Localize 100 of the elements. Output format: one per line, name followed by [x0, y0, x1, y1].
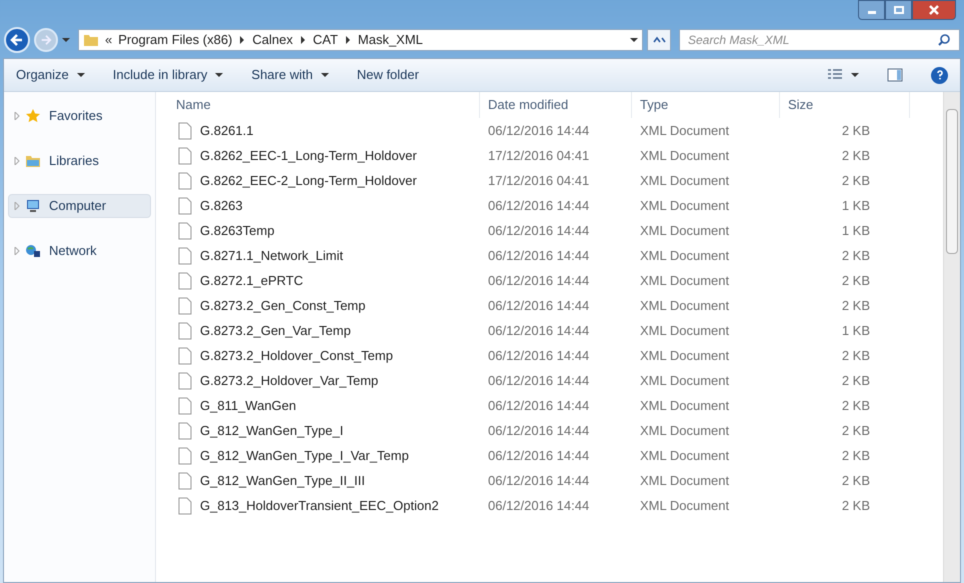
view-options-button[interactable] [827, 68, 859, 82]
column-header[interactable]: Name [156, 92, 480, 118]
type-cell-text: XML Document [639, 472, 730, 490]
file-icon [178, 296, 192, 314]
minimize-button[interactable] [858, 0, 885, 20]
date-cell-text: 06/12/2016 14:44 [487, 472, 590, 490]
nav-label: Network [49, 242, 97, 260]
file-name[interactable]: G.8273.2_Gen_Const_Temp [200, 296, 366, 316]
file-name[interactable]: G_812_WanGen_Type_II_III [200, 470, 366, 490]
file-name[interactable]: G.8272.1_ePRTC [200, 270, 304, 290]
type-cell-text: XML Document [639, 446, 730, 465]
size-cell-text: 2 KB [840, 172, 870, 190]
date-cell-text: 06/12/2016 14:44 [487, 222, 590, 240]
back-button[interactable] [4, 27, 30, 53]
preview-pane-button[interactable] [887, 67, 903, 83]
file-name[interactable]: G.8273.2_Gen_Var_Temp [200, 320, 351, 340]
file-name[interactable]: G.8263Temp [200, 220, 274, 240]
type-cell-text: XML Document [639, 422, 730, 440]
size-cell-text: 2 KB [840, 346, 870, 365]
date-cell-text: 17/12/2016 04:41 [487, 146, 590, 165]
type-cell-text: XML Document [639, 122, 730, 140]
address-bar[interactable]: « Program Files (x86) Calnex CAT Mask_XML [78, 29, 643, 51]
toolbar-button[interactable]: Share with [251, 65, 329, 85]
scrollbar[interactable] [943, 92, 960, 582]
type-cell-text: XML Document [639, 296, 730, 315]
help-button[interactable] [931, 66, 948, 84]
question-icon [934, 70, 944, 80]
expand-arrow-icon [13, 157, 21, 165]
type-cell-text: XML Document [639, 222, 730, 240]
file-icon [178, 396, 192, 414]
chevron-right-icon [298, 36, 307, 44]
file-name[interactable]: G.8261.1 [200, 120, 254, 140]
column-header[interactable]: Type [632, 92, 780, 118]
nav-label: Libraries [49, 152, 99, 170]
size-cell-text: 2 KB [840, 396, 870, 415]
file-icon [178, 172, 192, 190]
date-cell-text: 06/12/2016 14:44 [487, 422, 590, 440]
list-view-icon [827, 68, 843, 82]
size-cell-text: 2 KB [840, 446, 870, 465]
star-icon [25, 108, 41, 124]
size-cell-text: 2 KB [840, 122, 870, 140]
file-name[interactable]: G.8263 [200, 196, 243, 216]
search-icon [937, 33, 951, 47]
file-icon [178, 346, 192, 364]
type-cell-text: XML Document [639, 146, 730, 165]
breadcrumb-item[interactable]: Calnex [252, 30, 293, 50]
column-header[interactable]: Date modified [480, 92, 632, 118]
date-cell-text: 06/12/2016 14:44 [487, 396, 590, 415]
scroll-thumb[interactable] [946, 109, 958, 254]
nav-item[interactable]: Network [8, 239, 151, 263]
arrow-right-icon [40, 34, 52, 46]
toolbar-button[interactable]: Organize [16, 65, 85, 85]
toolbar-button[interactable]: Include in library [112, 65, 224, 85]
file-icon [178, 472, 192, 490]
folder-icon [83, 32, 99, 48]
file-icon [178, 496, 192, 514]
file-name[interactable]: G_812_WanGen_Type_I [200, 420, 344, 440]
size-cell-text: 2 KB [840, 146, 870, 165]
network-icon [25, 243, 41, 259]
file-name[interactable]: G.8262_EEC-1_Long-Term_Holdover [200, 146, 417, 166]
maximize-button[interactable] [885, 0, 912, 20]
computer-icon [25, 198, 41, 214]
nav-item[interactable]: Favorites [8, 104, 151, 128]
breadcrumb-item[interactable]: Program Files (x86) [118, 30, 232, 50]
minimize-icon [868, 10, 876, 14]
date-cell-text: 06/12/2016 14:44 [487, 372, 590, 390]
date-cell-text: 06/12/2016 14:44 [487, 446, 590, 465]
file-name[interactable]: G.8273.2_Holdover_Const_Temp [200, 346, 393, 366]
file-name[interactable]: G_813_HoldoverTransient_EEC_Option2 [200, 496, 439, 516]
type-cell-text: XML Document [639, 246, 730, 265]
nav-item[interactable]: Libraries [8, 149, 151, 173]
size-cell-text: 2 KB [840, 496, 870, 515]
expand-arrow-icon [13, 202, 21, 210]
column-header[interactable]: Size [780, 92, 910, 118]
file-icon [178, 196, 192, 214]
file-icon [178, 246, 192, 264]
breadcrumb-item[interactable]: CAT [312, 30, 338, 50]
toolbar-button[interactable]: New folder [356, 65, 419, 85]
date-cell-text: 06/12/2016 14:44 [487, 122, 590, 140]
search-box[interactable]: Search Mask_XML [679, 29, 960, 51]
file-name[interactable]: G.8271.1_Network_Limit [200, 246, 344, 266]
file-name[interactable]: G_812_WanGen_Type_I_Var_Temp [200, 446, 409, 466]
size-cell-text: 2 KB [840, 272, 870, 290]
file-name[interactable]: G.8273.2_Holdover_Var_Temp [200, 370, 378, 390]
nav-item[interactable]: Computer [8, 194, 151, 218]
maximize-icon [894, 6, 904, 14]
file-name[interactable]: G_811_WanGen [200, 396, 296, 416]
type-cell-text: XML Document [639, 346, 730, 365]
close-button[interactable] [912, 0, 956, 20]
search-field[interactable]: Search Mask_XML [688, 31, 937, 49]
file-icon [178, 322, 192, 340]
refresh-button[interactable] [647, 29, 671, 51]
overflow-chevron[interactable]: « [105, 30, 112, 50]
file-icon [178, 122, 192, 140]
caret-icon [851, 73, 859, 77]
size-cell-text: 1 KB [840, 322, 870, 340]
file-icon [178, 222, 192, 240]
type-cell-text: XML Document [639, 196, 730, 215]
breadcrumb-item[interactable]: Mask_XML [358, 30, 423, 50]
file-name[interactable]: G.8262_EEC-2_Long-Term_Holdover [200, 170, 417, 190]
